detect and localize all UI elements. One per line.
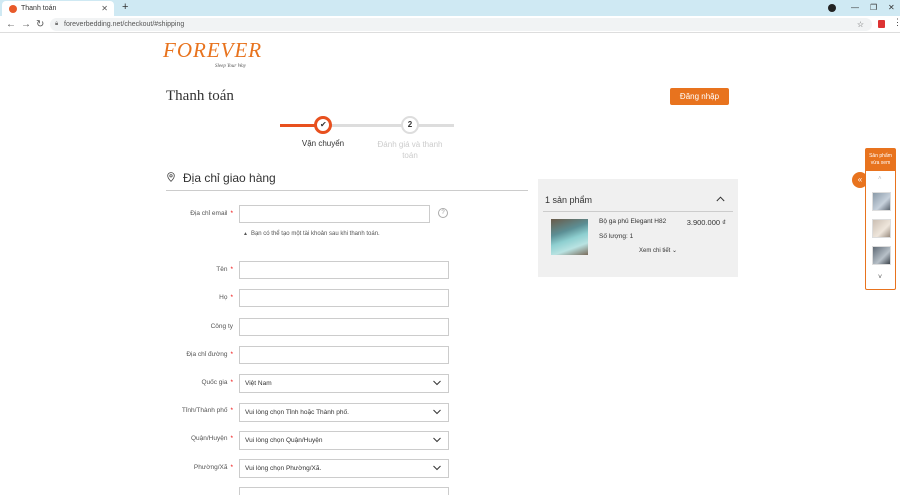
summary-title: 1 sản phẩm (545, 195, 593, 205)
forward-icon[interactable]: → (21, 18, 31, 31)
product-quantity: Số lượng: 1 (599, 233, 634, 240)
new-tab-button[interactable]: + (122, 0, 128, 15)
recent-product-thumb[interactable] (872, 246, 891, 265)
recent-product-thumb[interactable] (872, 219, 891, 238)
site-favicon-icon (9, 5, 17, 13)
product-price: 3.900.000 ₫ (686, 218, 726, 227)
help-icon[interactable]: ? (438, 208, 448, 218)
recently-viewed-panel: Sản phẩm vừa xem ˄ ˅ (865, 148, 896, 290)
district-select[interactable]: Vui lòng chọn Quận/Huyện (239, 431, 449, 450)
window-close-icon[interactable]: ✕ (888, 0, 895, 15)
hint-arrow-icon: ▲ (243, 231, 248, 237)
ward-value: Vui lòng chọn Phường/Xã. (245, 465, 322, 472)
address-bar: ← → ↻ 🔒︎ foreverbedding.net/checkout/#sh… (0, 16, 900, 33)
ward-label: Phường/Xã * (193, 464, 233, 471)
step-shipping-label[interactable]: Vận chuyển (294, 139, 352, 148)
recently-viewed-title: Sản phẩm vừa xem (866, 149, 895, 171)
lock-icon: 🔒︎ (55, 21, 59, 27)
country-select[interactable]: Việt Nam (239, 374, 449, 393)
last-name-field[interactable] (239, 289, 449, 307)
browser-menu-icon[interactable]: ⋮ (893, 17, 900, 28)
province-value: Vui lòng chọn Tỉnh hoặc Thành phố. (245, 409, 349, 416)
step-review-label[interactable]: Đánh giá và thanh toán (370, 139, 450, 161)
province-select[interactable]: Vui lòng chọn Tỉnh hoặc Thành phố. (239, 403, 449, 422)
bookmark-star-icon[interactable]: ☆ (857, 18, 864, 31)
ward-select[interactable]: Vui lòng chọn Phường/Xã. (239, 459, 449, 478)
browser-tab-strip: Thanh toán ✕ + — ❐ ✕ (0, 0, 900, 16)
logo-tagline: Sleep Your Way (215, 64, 247, 69)
company-field[interactable] (239, 318, 449, 336)
country-label: Quốc gia * (201, 379, 233, 386)
chevron-up-icon[interactable] (716, 196, 725, 202)
progress-bar-pending (323, 124, 454, 127)
chevron-down-icon: ⌄ (672, 248, 678, 254)
forever-logo[interactable]: FOREVER Sleep Your Way (163, 38, 261, 74)
province-label: Tỉnh/Thành phố * (181, 407, 233, 414)
company-label: Công ty (210, 323, 233, 330)
next-field[interactable] (239, 487, 449, 495)
email-hint: ▲ Bạn có thể tạo một tài khoản sau khi th… (243, 231, 380, 237)
reload-icon[interactable]: ↻ (36, 18, 44, 31)
chevron-down-icon (433, 465, 441, 471)
page-title: Thanh toán (166, 88, 234, 104)
recent-product-thumb[interactable] (872, 192, 891, 211)
email-field[interactable] (239, 205, 430, 223)
email-label: Địa chỉ email * (190, 210, 233, 217)
country-value: Việt Nam (245, 380, 272, 387)
step-review-indicator[interactable]: 2 (401, 116, 419, 134)
url-text: foreverbedding.net/checkout/#shipping (64, 21, 185, 28)
shipping-section-header: Địa chỉ giao hàng (166, 170, 528, 191)
profile-icon[interactable] (828, 4, 836, 12)
shipping-section-title: Địa chỉ giao hàng (183, 171, 276, 185)
order-summary: 1 sản phẩm Bộ ga phủ Elegant H82 3.900.0… (538, 179, 738, 277)
product-name: Bộ ga phủ Elegant H82 (599, 218, 667, 225)
street-label: Địa chỉ đường * (186, 351, 233, 358)
district-value: Vui lòng chọn Quận/Huyện (245, 437, 323, 444)
product-image (551, 219, 588, 255)
chevron-down-icon (433, 409, 441, 415)
summary-divider (543, 211, 733, 212)
chevron-up-icon[interactable]: ˄ (878, 176, 882, 182)
first-name-field[interactable] (239, 261, 449, 279)
chevron-down-icon (433, 380, 441, 386)
browser-tab[interactable]: Thanh toán ✕ (2, 1, 114, 16)
logo-wordmark: FOREVER (163, 38, 263, 62)
chevron-down-icon[interactable]: ˅ (878, 274, 882, 281)
step-shipping-indicator[interactable]: ✔ (314, 116, 332, 134)
map-pin-icon (167, 172, 175, 182)
url-field[interactable]: 🔒︎ foreverbedding.net/checkout/#shipping… (50, 18, 872, 31)
extension-icon[interactable] (878, 20, 885, 28)
back-icon[interactable]: ← (6, 18, 16, 31)
view-details-link[interactable]: Xem chi tiết ⌄ (639, 247, 677, 254)
tab-title: Thanh toán (21, 5, 57, 12)
street-field[interactable] (239, 346, 449, 364)
chevron-down-icon (433, 437, 441, 443)
last-name-label: Họ * (219, 294, 233, 301)
first-name-label: Tên * (216, 266, 233, 273)
login-button[interactable]: Đăng nhập (670, 88, 729, 105)
minimize-icon[interactable]: — (851, 0, 859, 15)
district-label: Quận/Huyện * (190, 435, 233, 442)
restore-icon[interactable]: ❐ (870, 0, 877, 15)
tab-close-icon[interactable]: ✕ (101, 1, 108, 16)
checkmark-icon: ✔ (320, 120, 327, 129)
